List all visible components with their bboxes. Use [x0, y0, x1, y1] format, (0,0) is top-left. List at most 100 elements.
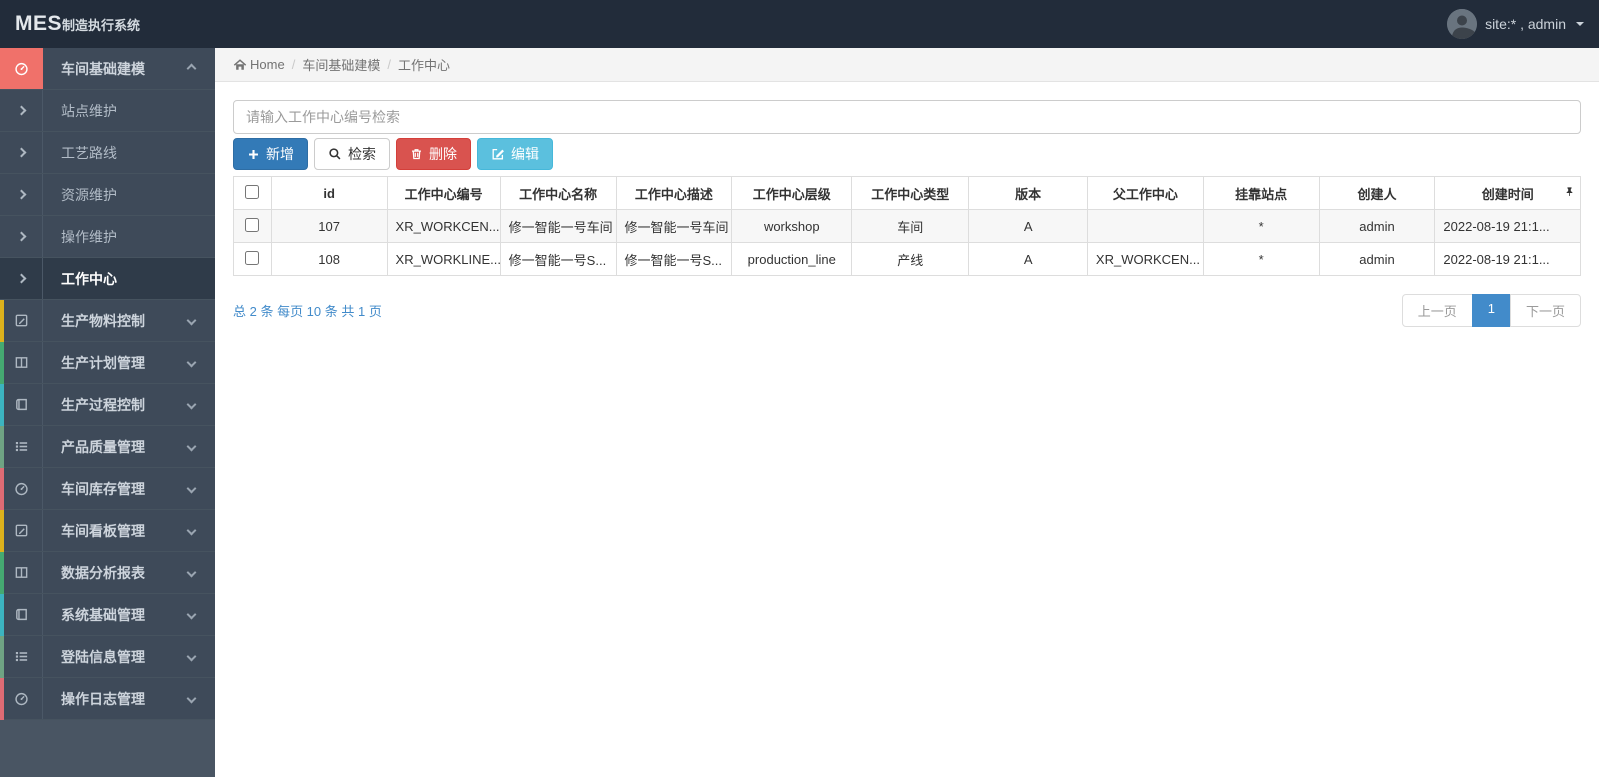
- column-header[interactable]: 版本: [968, 176, 1088, 210]
- pencil-square-icon: [14, 313, 29, 328]
- trash-icon: [410, 147, 423, 161]
- brand-logo[interactable]: MES 制造执行系统: [15, 12, 140, 36]
- pagination: 上一页 1 下一页: [1401, 294, 1581, 327]
- table-row: 108 XR_WORKLINE... 修一智能一号S... 修一智能一号S... pro…: [233, 242, 1581, 276]
- row-select-cell: [233, 209, 272, 243]
- sidebar-item-label: 数据分析报表: [61, 564, 145, 581]
- caret-down-icon: [1576, 22, 1584, 26]
- breadcrumb-separator: /: [291, 57, 296, 72]
- top-navbar: MES 制造执行系统 site:* , admin: [0, 0, 1599, 48]
- sidebar-item-resource-maintenance[interactable]: 资源维护: [0, 174, 215, 216]
- table-cell: 产线: [851, 242, 970, 276]
- sidebar-item-system-management[interactable]: 系统基础管理: [0, 594, 215, 636]
- sidebar-item-data-analysis-report[interactable]: 数据分析报表: [0, 552, 215, 594]
- sidebar-item-material-control[interactable]: 生产物料控制: [0, 300, 215, 342]
- chevron-right-icon: [16, 147, 26, 158]
- sidebar-item-label: 工作中心: [61, 270, 117, 287]
- column-header[interactable]: 工作中心层级: [731, 176, 853, 210]
- sidebar-item-inventory-management[interactable]: 车间库存管理: [0, 468, 215, 510]
- sidebar-item-process-control[interactable]: 生产过程控制: [0, 384, 215, 426]
- category-color-strip: [0, 552, 4, 594]
- column-header[interactable]: 工作中心类型: [851, 176, 970, 210]
- column-header[interactable]: 父工作中心: [1086, 176, 1204, 210]
- search-icon: [328, 147, 342, 161]
- column-header[interactable]: 创建时间: [1434, 176, 1581, 210]
- chevron-down-icon: [186, 525, 197, 536]
- table-cell: 108: [270, 242, 388, 276]
- sidebar-item-label: 站点维护: [61, 102, 117, 119]
- sidebar-item-operation-log[interactable]: 操作日志管理: [0, 678, 215, 720]
- table-cell: 修一智能一号S...: [615, 242, 733, 276]
- sidebar-item-operation-maintenance[interactable]: 操作维护: [0, 216, 215, 258]
- category-color-strip: [0, 510, 4, 552]
- table-cell: A: [968, 209, 1088, 243]
- table-cell: 2022-08-19 21:1...: [1434, 242, 1581, 276]
- prev-page-button[interactable]: 上一页: [1401, 294, 1473, 327]
- sidebar-item-plan-management[interactable]: 生产计划管理: [0, 342, 215, 384]
- sidebar-item-work-center[interactable]: 工作中心: [0, 258, 215, 300]
- chevron-down-icon: [186, 609, 197, 620]
- chevron-up-icon: [186, 63, 197, 74]
- table-footer: 总 2 条 每页 10 条 共 1 页 上一页 1 下一页: [233, 294, 1581, 327]
- table-cell: admin: [1318, 209, 1436, 243]
- breadcrumb-current: 工作中心: [397, 58, 450, 73]
- search-button[interactable]: 检索: [314, 138, 390, 170]
- chevron-down-icon: [186, 357, 197, 368]
- page-1-button[interactable]: 1: [1471, 294, 1511, 327]
- chevron-right-icon: [16, 231, 26, 242]
- category-color-strip: [0, 468, 4, 510]
- edit-button[interactable]: 编辑: [477, 138, 553, 170]
- sidebar-item-label: 产品质量管理: [61, 438, 145, 455]
- table-cell: 107: [270, 209, 388, 243]
- chevron-right-icon: [16, 273, 26, 284]
- sidebar-item-quality-management[interactable]: 产品质量管理: [0, 426, 215, 468]
- search-input[interactable]: [233, 100, 1581, 134]
- sidebar-item-kanban-management[interactable]: 车间看板管理: [0, 510, 215, 552]
- sidebar-item-label: 车间看板管理: [61, 522, 145, 539]
- sidebar-item-label: 生产计划管理: [61, 354, 145, 371]
- column-header[interactable]: 工作中心描述: [615, 176, 733, 210]
- sidebar-group-label: 车间基础建模: [61, 60, 145, 77]
- next-page-button[interactable]: 下一页: [1509, 294, 1581, 327]
- sidebar-item-login-info-management[interactable]: 登陆信息管理: [0, 636, 215, 678]
- brand-subtitle: 制造执行系统: [62, 18, 141, 33]
- sidebar-item-label: 登陆信息管理: [61, 648, 145, 665]
- columns-icon: [14, 565, 29, 580]
- chevron-down-icon: [186, 441, 197, 452]
- chevron-down-icon: [186, 315, 197, 326]
- row-checkbox[interactable]: [245, 250, 260, 265]
- pin-icon[interactable]: [1564, 186, 1575, 201]
- plus-icon: [247, 148, 260, 161]
- select-all-checkbox[interactable]: [245, 184, 260, 199]
- delete-button[interactable]: 删除: [396, 138, 471, 170]
- column-header[interactable]: 挂靠站点: [1202, 176, 1320, 210]
- table-cell: production_line: [731, 242, 853, 276]
- user-label: site:* , admin: [1485, 16, 1566, 32]
- pagination-summary: 总 2 条 每页 10 条 共 1 页: [233, 304, 382, 319]
- sidebar-group-workshop-modeling[interactable]: 车间基础建模: [0, 48, 215, 90]
- column-header[interactable]: id: [270, 176, 388, 210]
- columns-icon: [14, 355, 29, 370]
- toolbar: 新增 检索 删除 编辑: [233, 138, 1581, 170]
- sidebar-item-process-route[interactable]: 工艺路线: [0, 132, 215, 174]
- table-cell: 2022-08-19 21:1...: [1434, 209, 1581, 243]
- breadcrumb-home-label: Home: [250, 57, 285, 72]
- table-cell: workshop: [731, 209, 853, 243]
- list-icon: [14, 439, 29, 454]
- breadcrumb-home-link[interactable]: Home: [233, 57, 285, 72]
- category-color-strip: [0, 636, 4, 678]
- column-header[interactable]: 创建人: [1318, 176, 1436, 210]
- row-checkbox[interactable]: [245, 217, 260, 232]
- sidebar-item-label: 工艺路线: [61, 144, 117, 161]
- sidebar-item-label: 操作日志管理: [61, 690, 145, 707]
- column-header[interactable]: 工作中心编号: [386, 176, 501, 210]
- table-cell: 车间: [851, 209, 970, 243]
- sidebar-item-station-maintenance[interactable]: 站点维护: [0, 90, 215, 132]
- user-menu[interactable]: site:* , admin: [1447, 9, 1584, 39]
- table-cell: *: [1202, 242, 1320, 276]
- breadcrumb-item-parent[interactable]: 车间基础建模: [302, 55, 380, 74]
- add-button[interactable]: 新增: [233, 138, 308, 170]
- category-color-strip: [0, 342, 4, 384]
- book-icon: [14, 397, 29, 412]
- column-header[interactable]: 工作中心名称: [499, 176, 617, 210]
